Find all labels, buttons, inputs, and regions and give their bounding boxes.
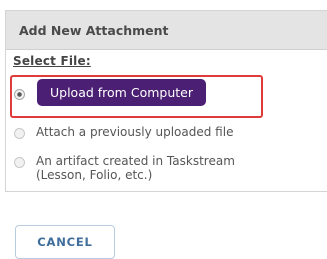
- taskstream-artifact-label-line2: (Lesson, Folio, etc.): [36, 168, 153, 182]
- add-attachment-panel: Add New Attachment Select File: Upload f…: [5, 10, 327, 192]
- option-previously-uploaded: Attach a previously uploaded file: [14, 125, 233, 139]
- upload-from-computer-button[interactable]: Upload from Computer: [37, 79, 206, 106]
- radio-taskstream-artifact[interactable]: [14, 157, 25, 168]
- taskstream-artifact-label[interactable]: An artifact created in Taskstream (Lesso…: [36, 154, 235, 182]
- radio-upload-from-computer[interactable]: [14, 89, 25, 100]
- previously-uploaded-label[interactable]: Attach a previously uploaded file: [36, 125, 233, 139]
- cancel-button[interactable]: CANCEL: [15, 225, 115, 259]
- radio-previously-uploaded[interactable]: [14, 128, 25, 139]
- option-taskstream-artifact: An artifact created in Taskstream (Lesso…: [14, 154, 235, 182]
- panel-title: Add New Attachment: [6, 11, 327, 50]
- select-file-label: Select File:: [13, 54, 91, 68]
- option-upload-from-computer: Upload from Computer: [14, 79, 206, 106]
- taskstream-artifact-label-line1: An artifact created in Taskstream: [36, 154, 235, 168]
